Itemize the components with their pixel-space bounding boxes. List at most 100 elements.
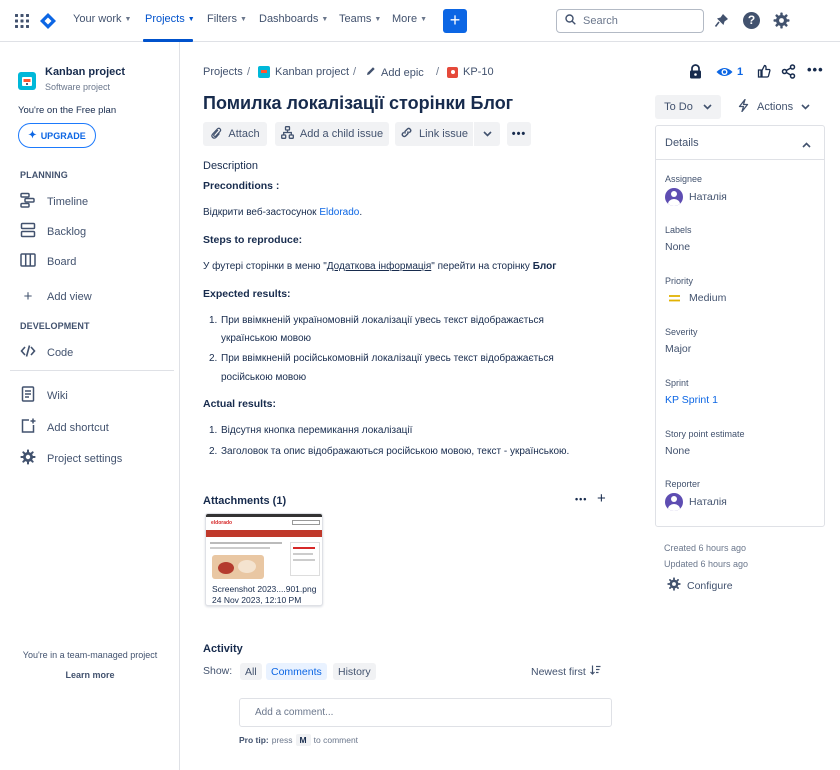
- assignee-field[interactable]: Наталія: [665, 188, 727, 206]
- expected-heading: Expected results:: [203, 288, 291, 300]
- sprint-link[interactable]: KP Sprint 1: [665, 394, 718, 406]
- project-avatar-icon: [18, 72, 36, 90]
- story-point-estimate-value[interactable]: None: [665, 445, 690, 457]
- details-heading: Details: [665, 137, 699, 149]
- priority-value: Medium: [689, 292, 727, 304]
- settings-gear-icon: [20, 449, 36, 468]
- story-point-estimate-label: Story point estimate: [665, 429, 745, 439]
- pro-tip: Pro tip: press M to comment: [239, 734, 358, 746]
- pencil-icon: [366, 66, 376, 79]
- nav-dashboards[interactable]: Dashboards ▼: [259, 13, 328, 25]
- help-icon[interactable]: ?: [743, 12, 760, 29]
- notifications-icon[interactable]: [714, 13, 729, 31]
- settings-gear-icon: [667, 577, 681, 594]
- more-actions-button[interactable]: •••: [507, 122, 531, 146]
- attachment-thumbnail: eldorado: [206, 514, 322, 580]
- priority-field[interactable]: Medium: [665, 292, 726, 304]
- top-navigation: Your work ▼ Projects ▼ Filters ▼ Dashboa…: [0, 0, 840, 42]
- sidebar-item-timeline[interactable]: Timeline: [20, 192, 88, 211]
- breadcrumb-issue-key[interactable]: KP-10: [447, 66, 494, 78]
- link-issue-dropdown[interactable]: [474, 122, 500, 146]
- sidebar-item-board[interactable]: Board: [20, 252, 76, 271]
- add-child-issue-button[interactable]: Add a child issue: [275, 122, 389, 146]
- issue-key-label: KP-10: [463, 66, 494, 78]
- search-icon: [565, 14, 576, 28]
- severity-value[interactable]: Major: [665, 343, 691, 355]
- sidebar-item-add-shortcut[interactable]: Add shortcut: [20, 418, 109, 437]
- labels-value[interactable]: None: [665, 241, 690, 253]
- nav-teams[interactable]: Teams ▼: [339, 13, 381, 25]
- attachment-card[interactable]: eldorado Screenshot 2023....901.png 24 N…: [205, 513, 323, 606]
- sidebar-item-label: Wiki: [47, 389, 68, 402]
- team-managed-text: You're in a team-managed project: [22, 650, 158, 660]
- sidebar-item-label: Code: [47, 346, 74, 359]
- configure-button[interactable]: Configure: [667, 577, 733, 594]
- nav-filters[interactable]: Filters ▼: [207, 13, 247, 25]
- details-panel: Details Assignee Наталія Labels None Pri…: [655, 125, 825, 527]
- add-epic-button[interactable]: Add epic: [366, 66, 424, 79]
- add-epic-label: Add epic: [381, 66, 424, 79]
- comment-input[interactable]: Add a comment...: [239, 698, 612, 727]
- nav-your-work[interactable]: Your work ▼: [73, 13, 131, 25]
- attachment-date: 24 Nov 2023, 12:10 PM: [212, 595, 302, 605]
- create-button[interactable]: +: [443, 9, 467, 33]
- search-input[interactable]: Search: [556, 9, 704, 33]
- nav-projects[interactable]: Projects ▼: [145, 13, 195, 25]
- more-options-icon[interactable]: •••: [575, 494, 587, 504]
- breadcrumb-project[interactable]: Kanban project: [258, 66, 349, 78]
- list-number: 2.: [209, 446, 218, 457]
- settings-gear-icon[interactable]: [773, 12, 790, 32]
- lightning-icon: [738, 98, 749, 115]
- breadcrumb-projects[interactable]: Projects: [203, 66, 243, 78]
- reporter-field[interactable]: Наталія: [665, 493, 727, 511]
- filter-history[interactable]: History: [333, 663, 376, 680]
- add-view-button[interactable]: + Add view: [20, 288, 92, 305]
- upgrade-button[interactable]: ✦ UPGRADE: [18, 123, 96, 148]
- jira-logo-icon[interactable]: [39, 12, 57, 30]
- sidebar-item-label: Add shortcut: [47, 421, 109, 434]
- link-issue-label: Link issue: [419, 128, 468, 140]
- chevron-down-icon: ▼: [420, 15, 427, 23]
- show-label: Show:: [203, 665, 233, 677]
- watch-eye-icon[interactable]: [716, 66, 733, 81]
- preconditions-suffix: .: [359, 207, 363, 218]
- nav-filters-label: Filters: [207, 13, 237, 25]
- attach-button[interactable]: Attach: [203, 122, 267, 146]
- sidebar-item-wiki[interactable]: Wiki: [20, 386, 68, 405]
- filter-all[interactable]: All: [240, 663, 262, 680]
- sprint-label: Sprint: [665, 378, 689, 388]
- priority-label: Priority: [665, 276, 694, 286]
- assignee-avatar: [665, 188, 683, 206]
- issue-title[interactable]: Помилка локалізації сторінки Блог: [203, 93, 513, 114]
- lock-icon[interactable]: [689, 64, 702, 82]
- project-name[interactable]: Kanban project: [45, 66, 125, 78]
- paperclip-icon: [210, 127, 222, 142]
- assignee-value: Наталія: [689, 191, 727, 203]
- sidebar-item-code[interactable]: Code: [20, 343, 73, 362]
- link-issue-button[interactable]: Link issue: [395, 122, 473, 146]
- sidebar-item-project-settings[interactable]: Project settings: [20, 449, 122, 468]
- add-attachment-icon[interactable]: +: [597, 490, 606, 507]
- updated-timestamp: Updated 6 hours ago: [664, 559, 749, 569]
- more-options-icon[interactable]: •••: [807, 62, 824, 77]
- learn-more-link[interactable]: Learn more: [0, 670, 180, 680]
- like-icon[interactable]: [757, 64, 771, 81]
- sidebar-divider: [10, 370, 174, 371]
- chevron-down-icon: ▼: [187, 15, 195, 23]
- sidebar-item-backlog[interactable]: Backlog: [20, 222, 86, 241]
- pro-tip-suffix: to comment: [313, 735, 359, 745]
- status-dropdown[interactable]: To Do: [655, 95, 721, 119]
- comment-placeholder: Add a comment...: [255, 707, 334, 718]
- additional-info-link[interactable]: Додаткова інформація: [327, 261, 431, 272]
- filter-comments[interactable]: Comments: [266, 663, 327, 680]
- details-header[interactable]: Details: [656, 126, 824, 160]
- app-switcher-icon[interactable]: [15, 14, 29, 28]
- actions-label: Actions: [757, 101, 794, 113]
- actions-button[interactable]: Actions: [738, 95, 810, 119]
- sidebar-item-label: Project settings: [47, 452, 123, 465]
- nav-more[interactable]: More ▼: [392, 13, 427, 25]
- eldorado-link[interactable]: Eldorado: [319, 207, 359, 218]
- planning-section-header: PLANNING: [20, 170, 68, 180]
- sort-newest-first[interactable]: Newest first: [531, 665, 601, 678]
- share-icon[interactable]: [781, 64, 796, 82]
